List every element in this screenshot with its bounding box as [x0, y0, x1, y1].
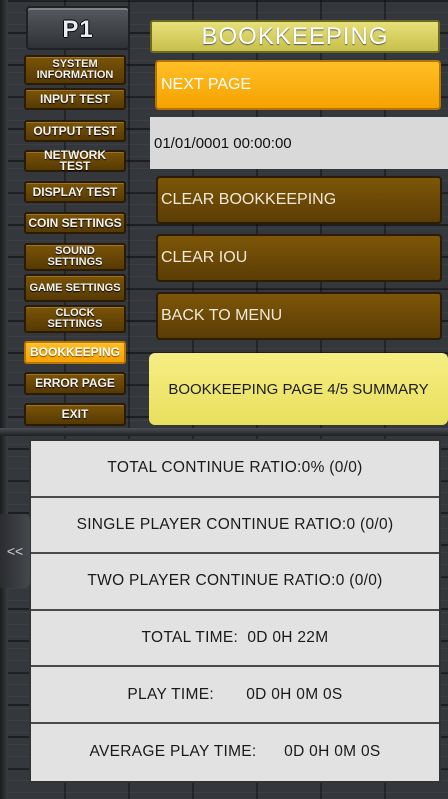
datetime-value: 01/01/0001 00:00:00: [154, 134, 292, 152]
stat-average-play-time: AVERAGE PLAY TIME: 0D 0H 0M 0S: [89, 743, 381, 761]
section-divider: [0, 428, 448, 436]
player-badge-label: P1: [62, 16, 94, 43]
menu-game-settings[interactable]: GAME SETTINGS: [24, 274, 126, 302]
back-to-menu-button[interactable]: BACK TO MENU: [156, 292, 442, 340]
menu-system-information[interactable]: SYSTEM INFORMATION: [24, 55, 126, 85]
back-to-menu-label: BACK TO MENU: [161, 307, 283, 324]
menu-error-page[interactable]: ERROR PAGE: [24, 372, 126, 395]
menu-display-test[interactable]: DISPLAY TEST: [24, 181, 126, 203]
menu-output-test[interactable]: OUTPUT TEST: [24, 120, 126, 142]
menu-label: COIN SETTINGS: [28, 215, 122, 230]
datetime-display: 01/01/0001 00:00:00: [150, 117, 448, 169]
menu-label: SYSTEM INFORMATION: [36, 58, 114, 81]
menu-label: EXIT: [61, 407, 89, 421]
side-drawer-handle[interactable]: <<: [0, 514, 30, 588]
stats-table: TOTAL CONTINUE RATIO:0% (0/0) SINGLE PLA…: [29, 439, 441, 783]
player-badge: P1: [26, 6, 130, 50]
menu-label: DISPLAY TEST: [32, 184, 118, 199]
menu-coin-settings[interactable]: COIN SETTINGS: [24, 212, 126, 234]
stat-total-time: TOTAL TIME: 0D 0H 22M: [31, 611, 439, 668]
menu-label: NETWORK TEST: [44, 148, 106, 173]
clear-bookkeeping-label: CLEAR BOOKKEEPING: [161, 191, 337, 208]
chevron-left-icon: <<: [6, 543, 24, 559]
menu-label: OUTPUT TEST: [33, 123, 117, 138]
left-edge-strip: [0, 0, 8, 799]
menu-network-test[interactable]: NETWORK TEST: [24, 148, 126, 173]
stat-play-time: PLAY TIME: 0D 0H 0M 0S: [31, 667, 439, 724]
clear-iou-button[interactable]: CLEAR IOU: [156, 234, 442, 282]
stat-two-player-continue-ratio: TWO PLAYER CONTINUE RATIO:0 (0/0): [31, 554, 439, 611]
menu-label: SOUND SETTINGS: [47, 245, 103, 268]
menu-exit[interactable]: EXIT: [24, 403, 126, 426]
menu-label: GAME SETTINGS: [29, 281, 121, 294]
clear-bookkeeping-button[interactable]: CLEAR BOOKKEEPING: [156, 176, 442, 224]
menu-label: BOOKKEEPING: [29, 345, 120, 359]
next-page-button[interactable]: NEXT PAGE: [155, 60, 441, 110]
menu-label: INPUT TEST: [39, 91, 110, 106]
menu-label: CLOCK SETTINGS: [47, 307, 103, 330]
summary-label: BOOKKEEPING PAGE 4/5 SUMMARY: [168, 380, 429, 398]
menu-label: ERROR PAGE: [35, 376, 115, 390]
stat-single-player-continue-ratio: SINGLE PLAYER CONTINUE RATIO:0 (0/0): [31, 498, 439, 555]
menu-clock-settings[interactable]: CLOCK SETTINGS: [24, 305, 126, 333]
summary-banner: BOOKKEEPING PAGE 4/5 SUMMARY: [149, 353, 448, 425]
menu-sound-settings[interactable]: SOUND SETTINGS: [24, 243, 126, 271]
stat-total-continue-ratio: TOTAL CONTINUE RATIO:0% (0/0): [31, 441, 439, 498]
next-page-label: NEXT PAGE: [161, 76, 252, 93]
page-title: BOOKKEEPING: [150, 20, 440, 53]
clear-iou-label: CLEAR IOU: [161, 249, 248, 266]
menu-bookkeeping[interactable]: BOOKKEEPING: [24, 341, 126, 364]
menu-input-test[interactable]: INPUT TEST: [24, 88, 126, 110]
